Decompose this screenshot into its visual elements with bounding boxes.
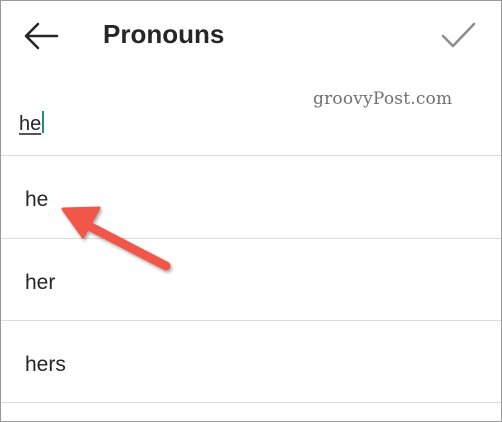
divider [1, 155, 501, 156]
confirm-button[interactable] [437, 15, 481, 55]
suggestion-label: hers [25, 353, 66, 376]
suggestion-item-he[interactable]: he [1, 159, 501, 239]
watermark: groovyPost.com [313, 89, 453, 109]
pronoun-input-field[interactable]: he [19, 111, 319, 141]
back-button[interactable] [19, 15, 63, 59]
divider [1, 238, 501, 239]
divider [1, 320, 501, 321]
text-caret [42, 111, 45, 133]
pronoun-input-value[interactable]: he [19, 111, 41, 137]
suggestion-label: he [25, 188, 49, 211]
page-title: Pronouns [103, 19, 225, 49]
suggestion-label: her [25, 271, 56, 294]
divider [1, 402, 501, 403]
checkmark-icon [441, 22, 476, 48]
suggestion-item-her[interactable]: her [1, 242, 501, 322]
suggestion-item-hers[interactable]: hers [1, 324, 501, 404]
pronouns-screen: Pronouns groovyPost.com he he her hers [0, 0, 502, 422]
app-header: Pronouns [1, 1, 501, 69]
arrow-left-icon [24, 22, 59, 50]
